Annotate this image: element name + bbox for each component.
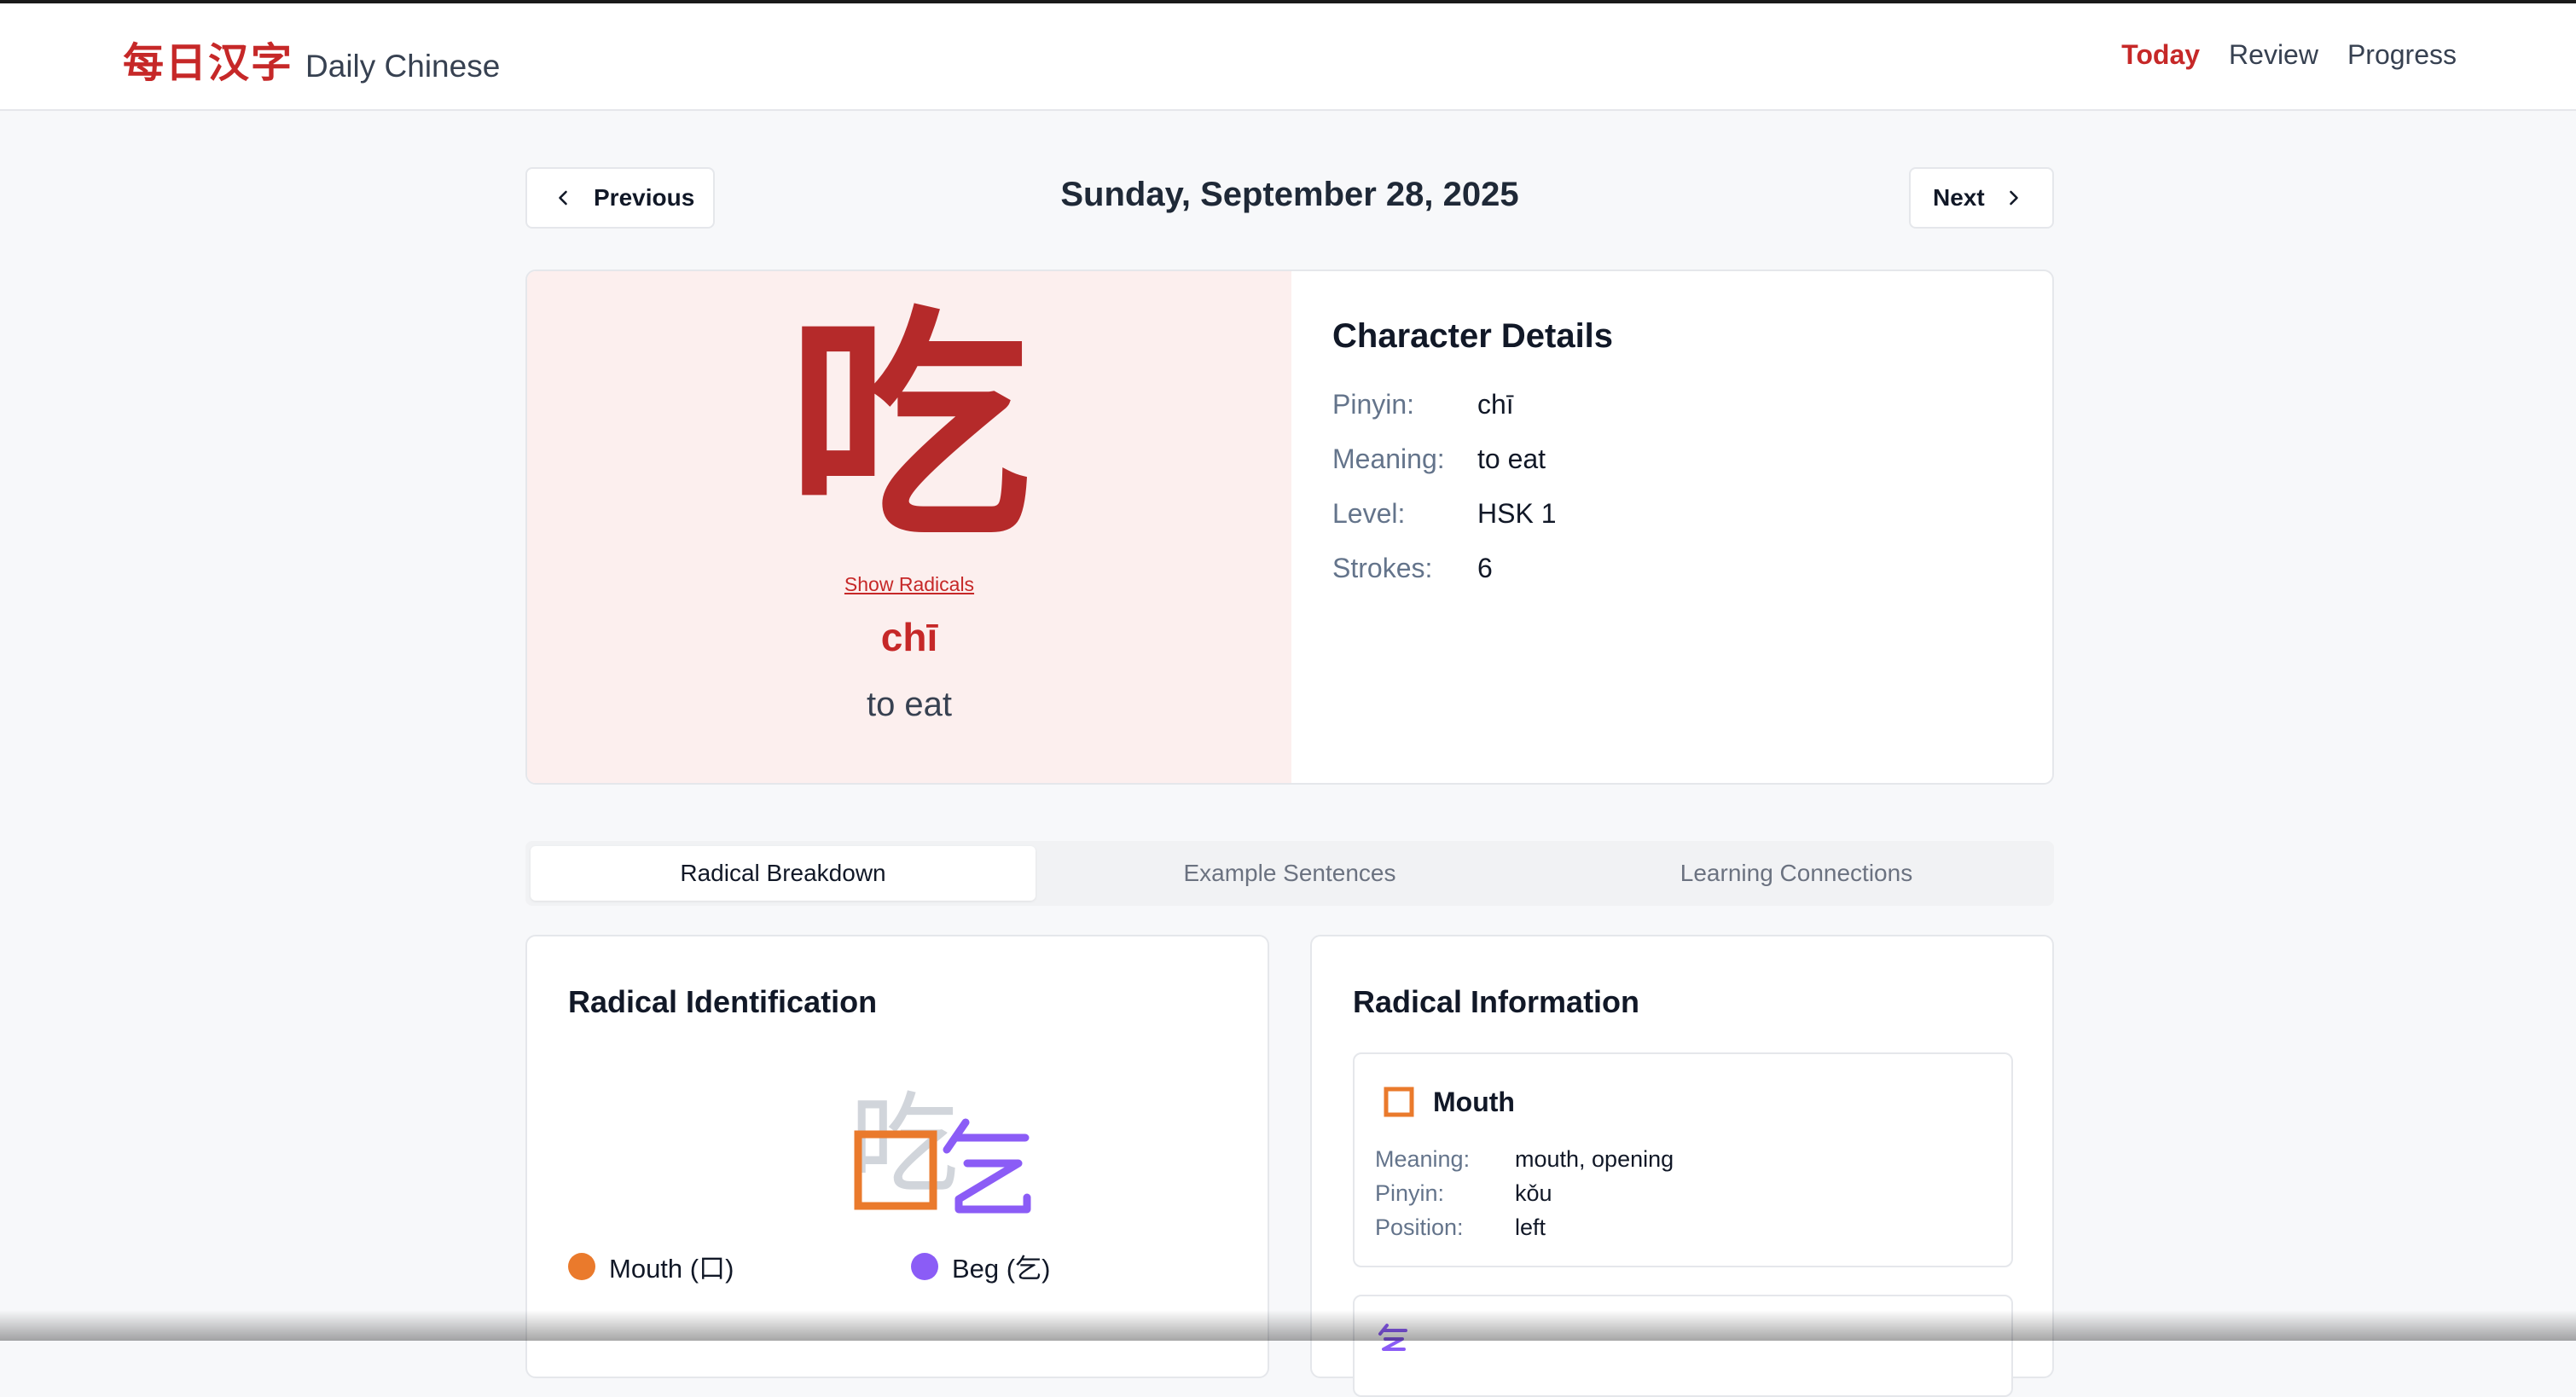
detail-row-strokes: Strokes: 6	[1332, 553, 1493, 584]
chevron-right-icon	[2009, 190, 2018, 206]
radical-identification-title: Radical Identification	[568, 984, 878, 1019]
radical-name-label: Mouth	[1433, 1086, 1515, 1117]
character-hero: 吃 Show Radicals chī to eat	[527, 271, 1291, 783]
radical-information-title: Radical Information	[1353, 984, 1640, 1019]
rad-value: kǒu	[1515, 1180, 1552, 1206]
next-label: Next	[1933, 184, 1985, 211]
character-glyph: 吃	[787, 287, 1031, 571]
character-details: Character Details Pinyin: chī Meaning: t…	[1291, 271, 2052, 783]
legend-beg: Beg (乞)	[911, 1247, 1050, 1285]
previous-button[interactable]: Previous	[525, 167, 715, 229]
main-nav: Today Review Progress	[2121, 39, 2457, 71]
radical-breakdown-visual: 吃	[851, 1081, 1031, 1214]
detail-value: 6	[1477, 553, 1493, 583]
radical-position-row: Position: left	[1375, 1214, 1546, 1241]
character-meaning: to eat	[866, 686, 953, 723]
chevron-left-icon	[559, 190, 567, 206]
rad-value: left	[1515, 1214, 1546, 1240]
detail-value: chī	[1477, 389, 1514, 420]
radical-meaning-row: Meaning: mouth, opening	[1375, 1146, 1674, 1173]
radical-pinyin-row: Pinyin: kǒu	[1375, 1180, 1552, 1207]
rad-value: mouth, opening	[1515, 1146, 1674, 1172]
previous-label: Previous	[594, 184, 695, 211]
detail-label: Meaning:	[1332, 443, 1445, 474]
detail-label: Level:	[1332, 498, 1406, 529]
radical-item-mouth: Mouth Meaning: mouth, opening Pinyin: kǒ…	[1353, 1052, 2013, 1267]
brand-chinese-title: 每日汉字	[123, 39, 294, 87]
rad-label: Meaning:	[1375, 1146, 1471, 1172]
legend-mouth: Mouth (口)	[568, 1247, 734, 1285]
rad-label: Position:	[1375, 1214, 1464, 1240]
detail-row-level: Level: HSK 1	[1332, 498, 1556, 530]
character-card: 吃 Show Radicals chī to eat Character Det…	[525, 270, 2054, 785]
detail-value: to eat	[1477, 443, 1546, 474]
top-navbar: 每日汉字 Daily Chinese Today Review Progress	[0, 3, 2576, 111]
character-pinyin: chī	[880, 615, 938, 659]
date-navigation: Previous Sunday, September 28, 2025 Next	[525, 167, 2054, 229]
rad-label: Pinyin:	[1375, 1180, 1445, 1206]
detail-row-meaning: Meaning: to eat	[1332, 443, 1546, 475]
nav-today[interactable]: Today	[2121, 39, 2200, 71]
next-button[interactable]: Next	[1909, 167, 2054, 229]
tab-learning-connections[interactable]: Learning Connections	[1544, 846, 2049, 901]
brand-name: Daily Chinese	[305, 49, 501, 84]
beg-color-dot	[911, 1252, 938, 1280]
mouth-radical-icon	[1384, 1087, 1414, 1117]
current-date: Sunday, September 28, 2025	[1060, 176, 1519, 213]
nav-progress[interactable]: Progress	[2347, 39, 2457, 71]
faded-character-glyph: 吃	[851, 1081, 959, 1209]
beg-radical-shape	[943, 1118, 1031, 1214]
tab-example-sentences[interactable]: Example Sentences	[1037, 846, 1542, 901]
radical-name: Mouth	[1382, 1085, 1515, 1119]
details-title: Character Details	[1332, 317, 1614, 355]
brand-logo[interactable]: 每日汉字 Daily Chinese	[123, 29, 500, 89]
detail-value: HSK 1	[1477, 498, 1557, 529]
bottom-edge-shadow	[0, 1310, 2576, 1341]
show-radicals-link[interactable]: Show Radicals	[527, 573, 1291, 596]
tab-radical-breakdown[interactable]: Radical Breakdown	[531, 846, 1036, 901]
legend-label: Mouth (口)	[609, 1254, 734, 1284]
detail-row-pinyin: Pinyin: chī	[1332, 389, 1514, 420]
mouth-color-dot	[568, 1252, 595, 1280]
legend-label: Beg (乞)	[952, 1254, 1051, 1284]
detail-label: Strokes:	[1332, 553, 1433, 583]
nav-review[interactable]: Review	[2229, 39, 2318, 71]
content-tabs: Radical Breakdown Example Sentences Lear…	[525, 841, 2054, 906]
detail-label: Pinyin:	[1332, 389, 1415, 420]
